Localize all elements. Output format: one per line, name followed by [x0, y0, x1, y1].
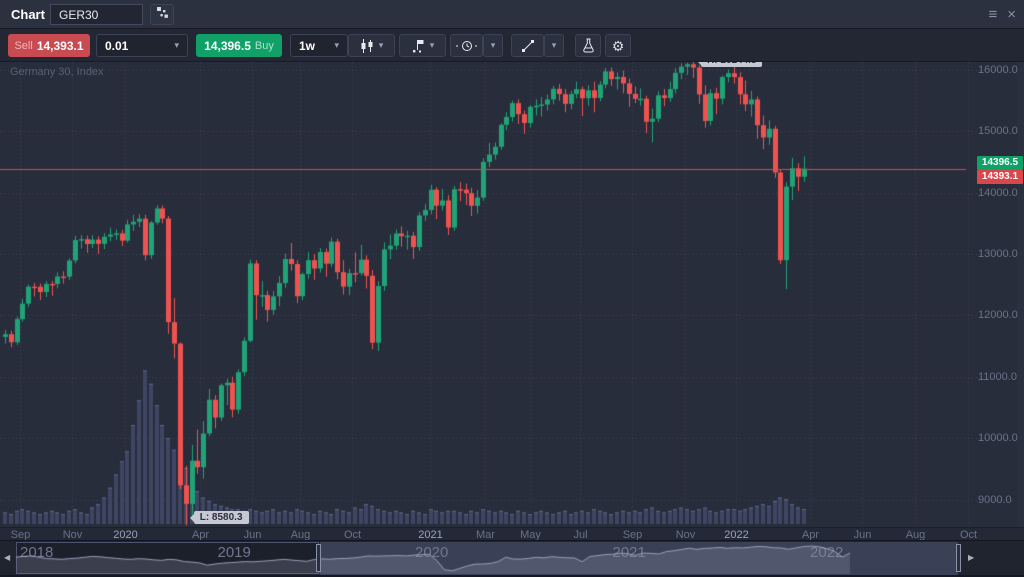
time-interval-button[interactable]	[450, 34, 483, 57]
flask-icon	[582, 38, 595, 53]
instrument-label: Germany 30, Index	[10, 66, 104, 78]
buy-price-tag: 14396.5	[977, 156, 1023, 170]
high-price-label: H: 16144.3	[701, 62, 762, 67]
time-axis: SepNov2020AprJunAugOct2021MarMayJulSepNo…	[0, 527, 1024, 540]
time-interval-dropdown[interactable]: ▾	[483, 34, 503, 57]
page-title: Chart	[11, 7, 45, 22]
gear-icon: ⚙	[612, 39, 625, 53]
chart-type-control[interactable]: ▾	[348, 34, 395, 57]
drawing-tools-dropdown[interactable]: ▾	[544, 34, 564, 57]
trade-toolbar: Sell 14,393.1 0.01 ▾ 14,396.5 Buy 1w ▾ ▾…	[0, 29, 1024, 62]
menu-icon[interactable]: ≡	[988, 7, 997, 22]
y-axis-label: 13000.0	[978, 248, 1018, 260]
y-axis-label: 14000.0	[978, 187, 1018, 199]
sell-price: 14,393.1	[37, 39, 84, 53]
navigator-canvas[interactable]	[0, 541, 1024, 576]
sell-price-tag: 14393.1	[977, 170, 1023, 184]
chevron-down-icon: ▾	[174, 40, 179, 51]
buy-price: 14,396.5	[204, 39, 251, 53]
y-axis-label: 9000.0	[978, 494, 1012, 506]
candlestick-chart-icon	[360, 39, 374, 53]
indicator-flag-control[interactable]: ▾	[399, 34, 446, 57]
order-size-select[interactable]: 0.01 ▾	[96, 34, 188, 57]
related-instruments-button[interactable]	[150, 4, 174, 25]
trading-chart-window: Chart ≡ × Sell 14,393.1 0.01 ▾ 14,396.5 …	[0, 0, 1024, 577]
chevron-down-icon[interactable]: ▾	[379, 40, 384, 51]
timeframe-select[interactable]: 1w ▾	[290, 34, 348, 57]
buy-label: Buy	[255, 40, 274, 52]
price-chart-area: Germany 30, Index H: 16144.3 L: 8580.3 1…	[0, 62, 1024, 527]
y-axis-label: 12000.0	[978, 309, 1018, 321]
scroll-right-arrow-icon[interactable]: ▶	[968, 553, 974, 562]
symbol-input[interactable]	[50, 4, 143, 25]
flag-indicator-icon	[411, 39, 425, 53]
navigator-left-handle[interactable]	[316, 544, 321, 572]
chevron-down-icon: ▾	[552, 40, 557, 51]
y-axis-label: 11000.0	[978, 371, 1017, 383]
chevron-down-icon: ▾	[491, 40, 496, 51]
chart-navigator[interactable]: 20182019202020212022 ◀ ▶	[0, 540, 1024, 575]
timeframe-value: 1w	[299, 39, 315, 53]
sell-label: Sell	[14, 40, 32, 52]
clock-icon	[456, 39, 478, 53]
navigator-right-handle[interactable]	[956, 544, 961, 572]
close-icon[interactable]: ×	[1007, 7, 1016, 22]
low-price-label: L: 8580.3	[194, 511, 249, 524]
buy-button[interactable]: 14,396.5 Buy	[196, 34, 282, 57]
y-axis-label: 15000.0	[978, 125, 1018, 137]
y-axis-label: 10000.0	[978, 432, 1018, 444]
trend-line-icon	[521, 39, 535, 53]
y-axis-label: 16000.0	[978, 64, 1018, 76]
price-chart-canvas[interactable]	[0, 62, 1024, 527]
compare-dots-icon	[156, 6, 169, 24]
settings-button[interactable]: ⚙	[605, 34, 631, 57]
titlebar: Chart ≡ ×	[0, 0, 1024, 29]
sell-button[interactable]: Sell 14,393.1	[8, 34, 90, 57]
indicators-flask-button[interactable]	[575, 34, 601, 57]
scroll-left-arrow-icon[interactable]: ◀	[4, 553, 10, 562]
side-panel-strip	[1017, 62, 1024, 527]
chevron-down-icon[interactable]: ▾	[430, 40, 435, 51]
chevron-down-icon: ▾	[334, 40, 339, 51]
order-size-value: 0.01	[105, 39, 128, 53]
drawing-line-button[interactable]	[511, 34, 544, 57]
